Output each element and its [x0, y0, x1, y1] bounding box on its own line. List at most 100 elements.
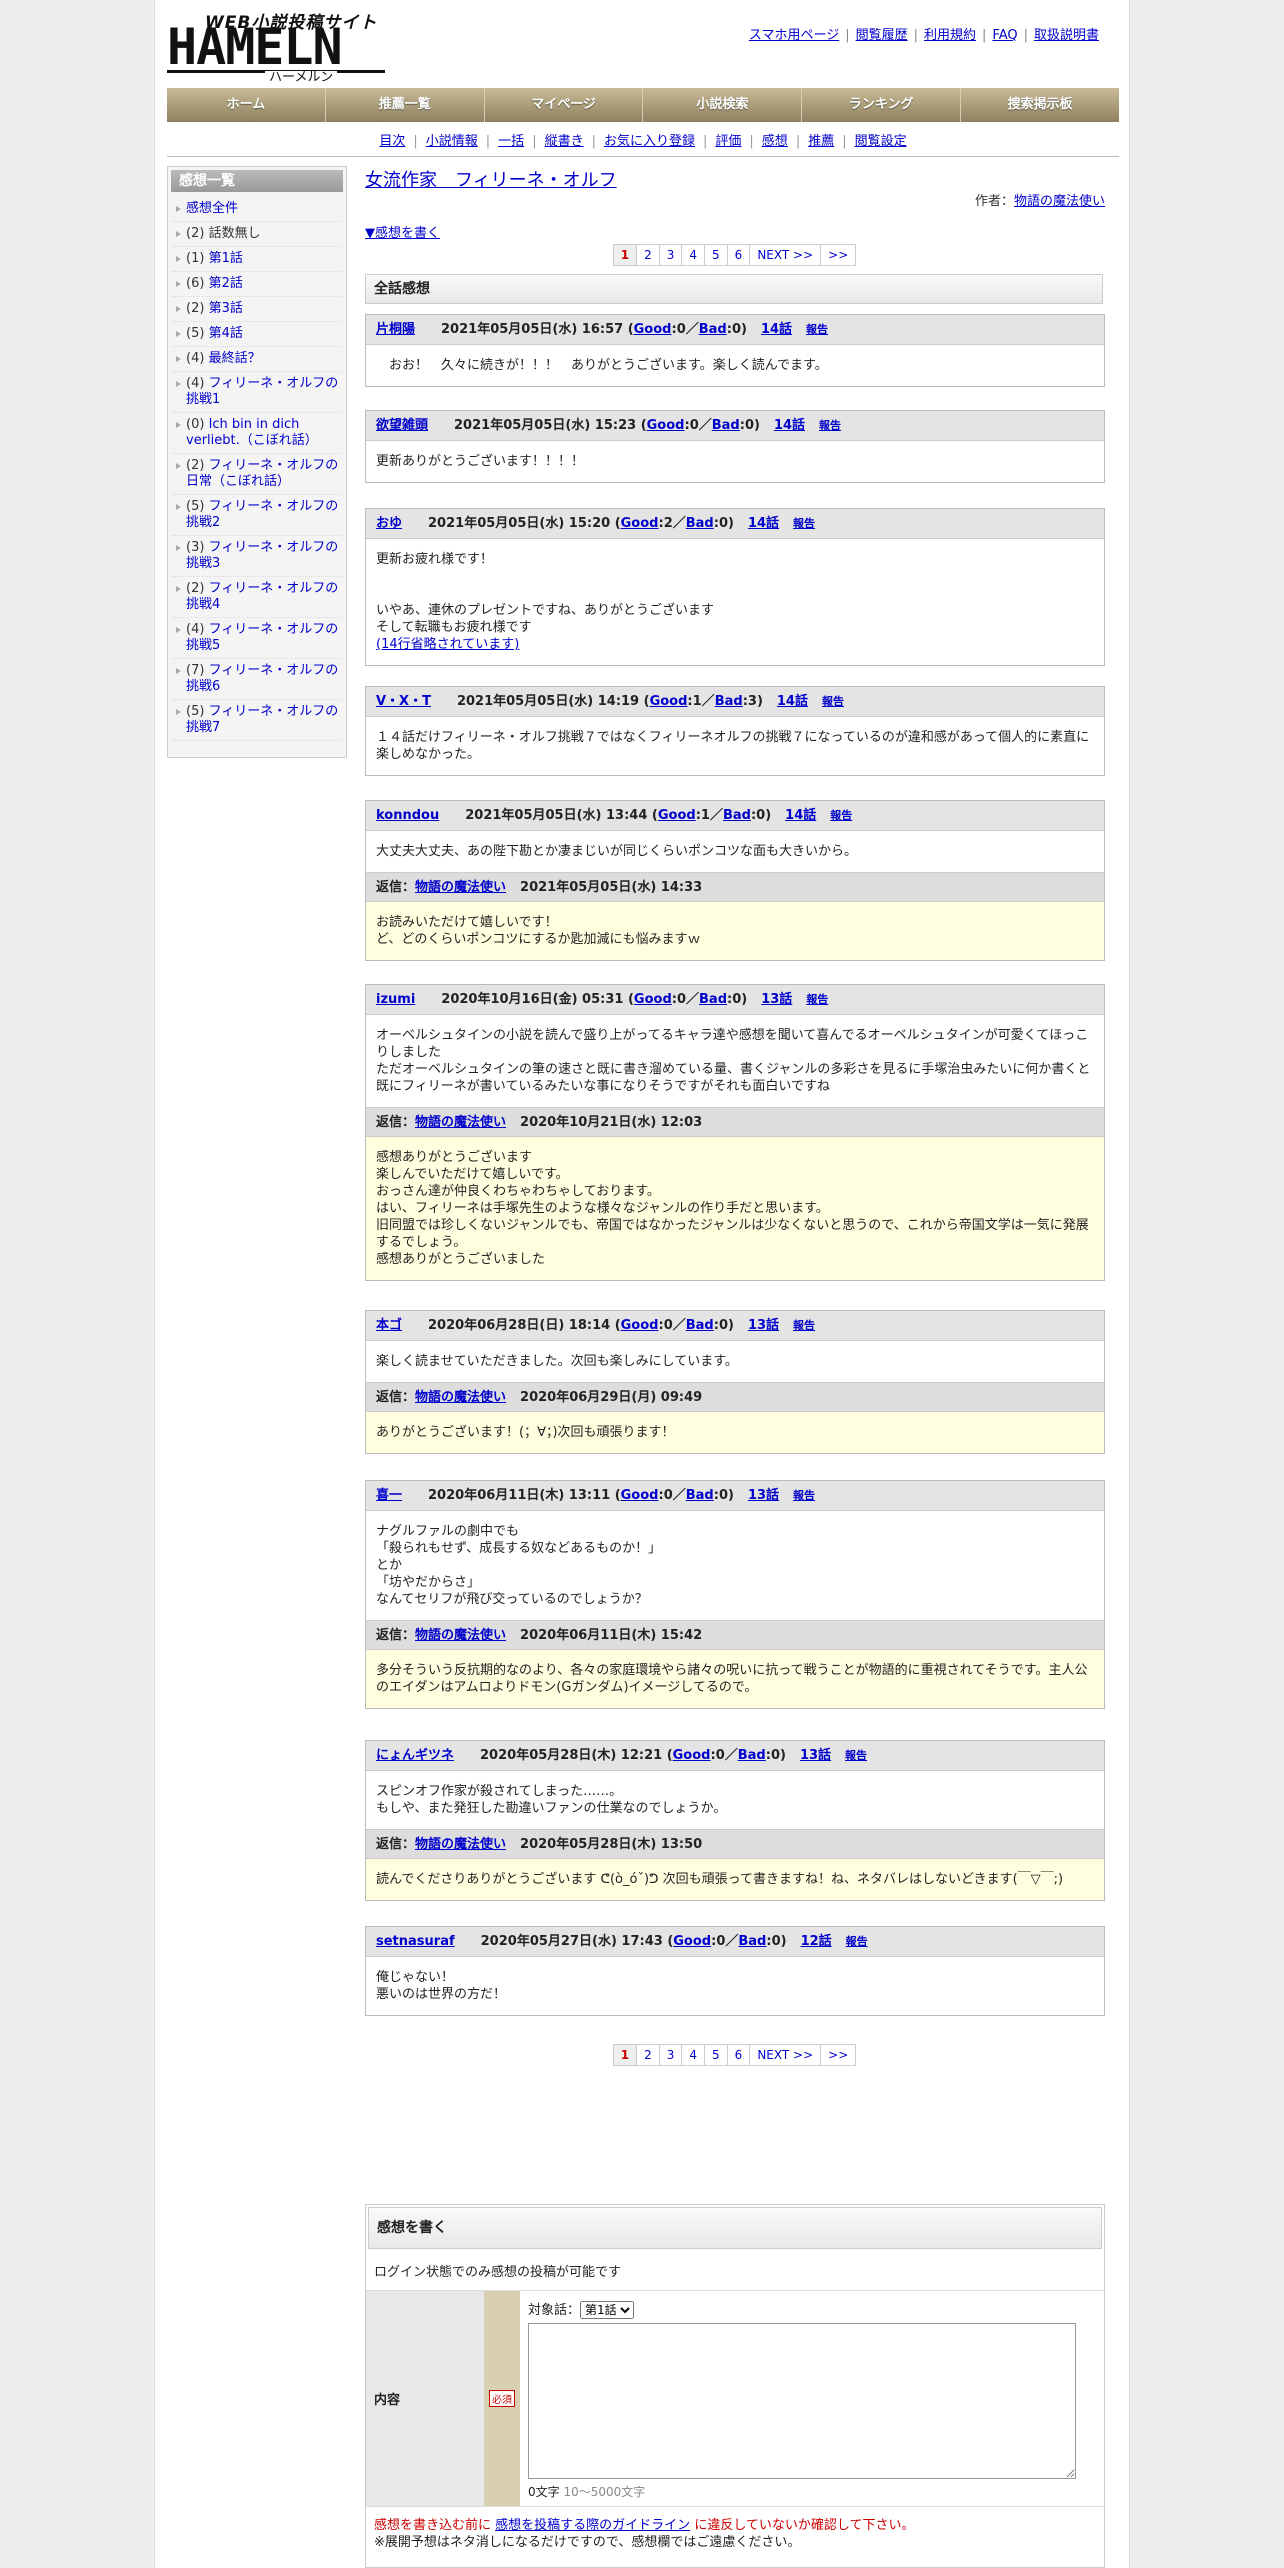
comment-episode-link[interactable]: 14話: [761, 322, 792, 337]
sidebar-item[interactable]: (6) 第2話: [172, 272, 342, 297]
global-nav-item[interactable]: ランキング: [802, 88, 962, 122]
pager-page[interactable]: 6: [726, 244, 751, 266]
sidebar-item[interactable]: (1) 第1話: [172, 247, 342, 272]
pager-last[interactable]: >>: [820, 244, 857, 266]
comment-user[interactable]: 本ゴ: [376, 1318, 402, 1333]
comment-episode-link[interactable]: 13話: [800, 1748, 831, 1763]
comment-user[interactable]: 喜一: [376, 1488, 402, 1503]
comment-user[interactable]: 片桐陽: [376, 322, 415, 337]
sidebar-item[interactable]: (5) フィリーネ・オルフの挑戦2: [172, 495, 342, 536]
bad-button[interactable]: Bad: [686, 516, 714, 531]
global-nav-item[interactable]: 捜索掲示板: [961, 88, 1119, 122]
top-link[interactable]: スマホ用ページ: [749, 28, 839, 43]
bad-button[interactable]: Bad: [686, 1488, 714, 1503]
good-button[interactable]: Good: [634, 992, 672, 1007]
comment-user[interactable]: izumi: [376, 992, 415, 1007]
subnav-link[interactable]: 一括: [498, 134, 524, 149]
good-button[interactable]: Good: [673, 1934, 711, 1949]
pager-page[interactable]: 3: [658, 244, 683, 266]
report-link[interactable]: 報告: [806, 993, 828, 1006]
good-button[interactable]: Good: [621, 516, 659, 531]
comment-user[interactable]: konndou: [376, 808, 439, 823]
subnav-link[interactable]: 目次: [379, 134, 405, 149]
pager-page[interactable]: 4: [681, 244, 706, 266]
subnav-link[interactable]: 評価: [715, 134, 741, 149]
report-link[interactable]: 報告: [806, 323, 828, 336]
reply-user[interactable]: 物語の魔法使い: [415, 1628, 506, 1643]
good-button[interactable]: Good: [621, 1318, 659, 1333]
site-logo[interactable]: WEB小説投稿サイト HAMELN ハーメルン: [167, 8, 387, 85]
top-link[interactable]: FAQ: [992, 28, 1017, 43]
subnav-link[interactable]: 縦書き: [545, 134, 584, 149]
sidebar-item[interactable]: (2) 話数無し: [172, 222, 342, 247]
reply-user[interactable]: 物語の魔法使い: [415, 1390, 506, 1405]
top-link[interactable]: 取扱説明書: [1034, 28, 1099, 43]
bad-button[interactable]: Bad: [712, 418, 740, 433]
top-link[interactable]: 利用規約: [924, 28, 976, 43]
report-link[interactable]: 報告: [845, 1749, 867, 1762]
sidebar-item[interactable]: (2) フィリーネ・オルフの日常（こぼれ話）: [172, 454, 342, 495]
bad-button[interactable]: Bad: [699, 322, 727, 337]
top-link[interactable]: 閲覧履歴: [856, 28, 908, 43]
comment-episode-link[interactable]: 12話: [801, 1934, 832, 1949]
report-link[interactable]: 報告: [822, 695, 844, 708]
comment-user[interactable]: V・X・T: [376, 694, 431, 709]
bad-button[interactable]: Bad: [723, 808, 751, 823]
pager-page[interactable]: 5: [704, 244, 728, 266]
reply-user[interactable]: 物語の魔法使い: [415, 880, 506, 895]
report-link[interactable]: 報告: [846, 1935, 868, 1948]
subnav-link[interactable]: お気に入り登録: [604, 134, 695, 149]
novel-title[interactable]: 女流作家 フィリーネ・オルフ: [365, 166, 617, 192]
pager-next[interactable]: NEXT >>: [749, 244, 822, 266]
bad-button[interactable]: Bad: [715, 694, 743, 709]
subnav-link[interactable]: 閲覧設定: [855, 134, 907, 149]
good-button[interactable]: Good: [673, 1748, 711, 1763]
pager-page[interactable]: 1: [612, 244, 638, 266]
sidebar-item[interactable]: (3) フィリーネ・オルフの挑戦3: [172, 536, 342, 577]
subnav-link[interactable]: 感想: [762, 134, 788, 149]
comment-user[interactable]: にょんギツネ: [376, 1748, 454, 1763]
good-button[interactable]: Good: [650, 694, 688, 709]
pager-next[interactable]: NEXT >>: [749, 2044, 822, 2066]
comment-episode-link[interactable]: 14話: [748, 516, 779, 531]
comment-user[interactable]: おゆ: [376, 516, 402, 531]
reply-user[interactable]: 物語の魔法使い: [415, 1837, 506, 1852]
sidebar-item[interactable]: (5) フィリーネ・オルフの挑戦7: [172, 700, 342, 741]
global-nav-item[interactable]: 推薦一覧: [326, 88, 485, 122]
sidebar-item[interactable]: (7) フィリーネ・オルフの挑戦6: [172, 659, 342, 700]
sidebar-item[interactable]: (4) フィリーネ・オルフの挑戦5: [172, 618, 342, 659]
pager-page[interactable]: 2: [636, 244, 660, 266]
comment-episode-link[interactable]: 14話: [777, 694, 808, 709]
target-episode-select[interactable]: 第1話: [580, 2301, 635, 2319]
reply-user[interactable]: 物語の魔法使い: [415, 1115, 506, 1130]
pager-page[interactable]: 4: [681, 2044, 706, 2066]
good-button[interactable]: Good: [658, 808, 696, 823]
sidebar-item[interactable]: (4) フィリーネ・オルフの挑戦1: [172, 372, 342, 413]
comment-episode-link[interactable]: 13話: [748, 1488, 779, 1503]
comment-user[interactable]: setnasuraf: [376, 1934, 455, 1949]
pager-page[interactable]: 3: [658, 2044, 683, 2066]
good-button[interactable]: Good: [621, 1488, 659, 1503]
global-nav-item[interactable]: ホーム: [167, 88, 326, 122]
sidebar-item[interactable]: (2) 第3話: [172, 297, 342, 322]
guideline-link[interactable]: 感想を投稿する際のガイドライン: [495, 2518, 690, 2533]
global-nav-item[interactable]: 小説検索: [643, 88, 803, 122]
comment-episode-link[interactable]: 13話: [748, 1318, 779, 1333]
bad-button[interactable]: Bad: [738, 1934, 766, 1949]
review-textarea[interactable]: [528, 2323, 1076, 2479]
subnav-link[interactable]: 推薦: [808, 134, 834, 149]
pager-page[interactable]: 1: [612, 2044, 638, 2066]
comment-episode-link[interactable]: 14話: [774, 418, 805, 433]
comment-user[interactable]: 欲望雑頭: [376, 418, 428, 433]
global-nav-item[interactable]: マイページ: [485, 88, 644, 122]
comment-episode-link[interactable]: 13話: [761, 992, 792, 1007]
subnav-link[interactable]: 小説情報: [426, 134, 478, 149]
bad-button[interactable]: Bad: [699, 992, 727, 1007]
report-link[interactable]: 報告: [793, 517, 815, 530]
pager-last[interactable]: >>: [820, 2044, 857, 2066]
good-button[interactable]: Good: [647, 418, 685, 433]
report-link[interactable]: 報告: [793, 1319, 815, 1332]
bad-button[interactable]: Bad: [686, 1318, 714, 1333]
pager-page[interactable]: 6: [726, 2044, 751, 2066]
good-button[interactable]: Good: [634, 322, 672, 337]
